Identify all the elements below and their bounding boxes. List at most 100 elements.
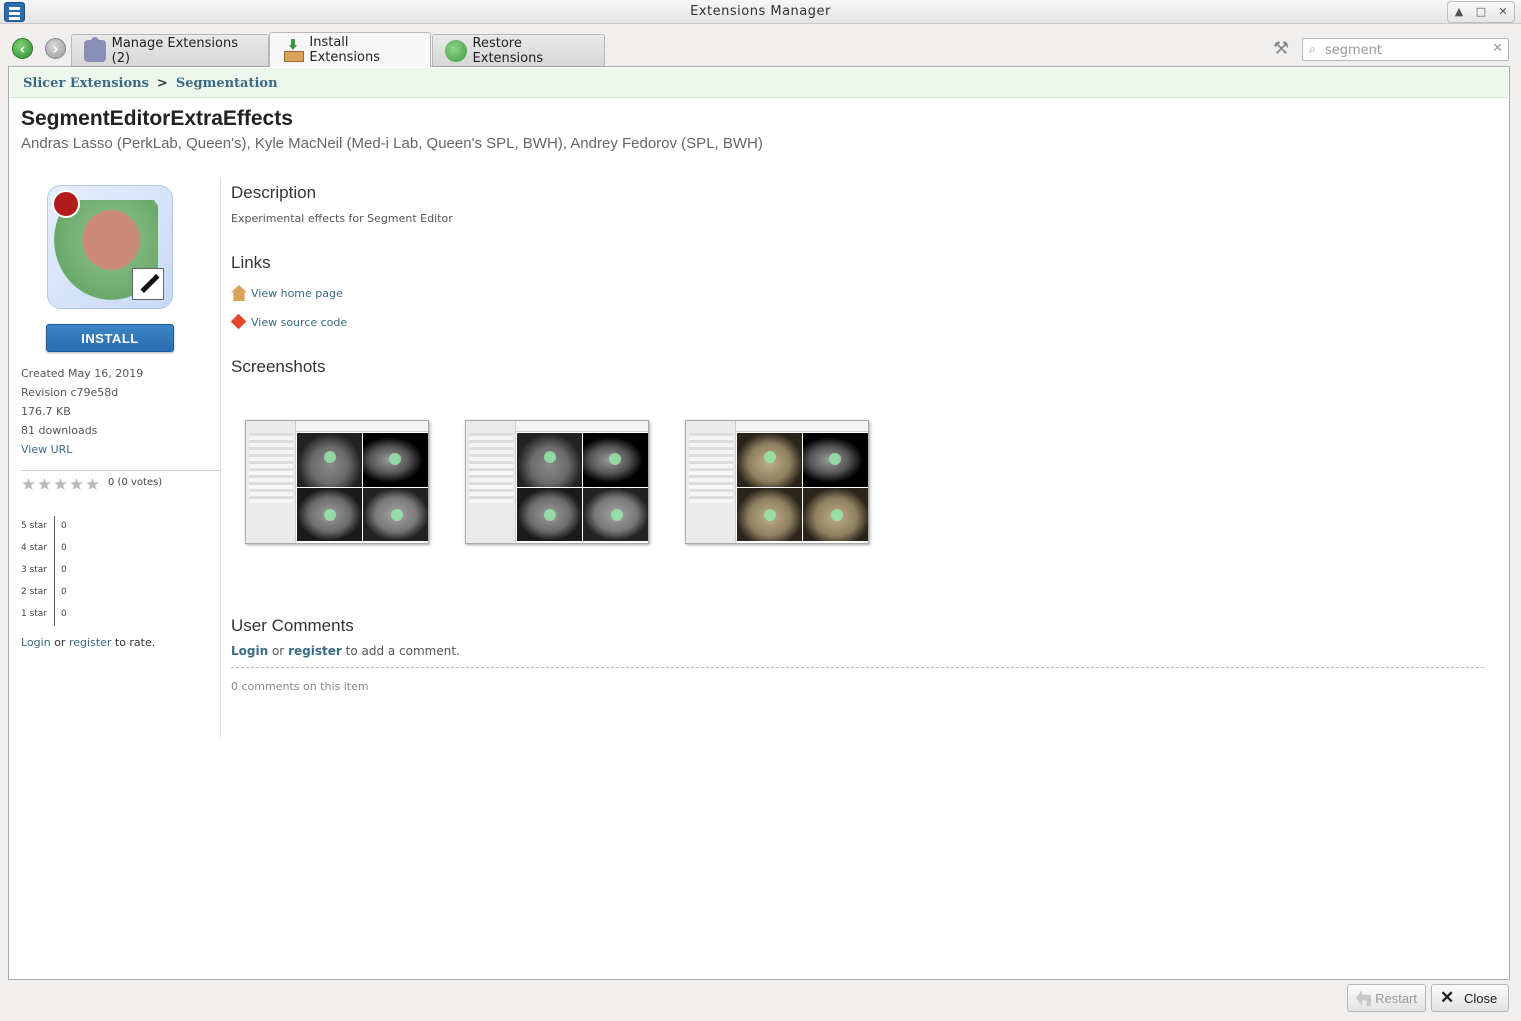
search-box: ⌕ ✕: [1302, 38, 1509, 61]
screenshot-thumbnail[interactable]: [465, 420, 649, 544]
close-button[interactable]: ✕ Close: [1431, 984, 1509, 1012]
window-close-button[interactable]: ✕: [1492, 2, 1514, 22]
comments-divider: [231, 667, 1484, 668]
histogram-axis: [54, 516, 55, 626]
search-icon: ⌕: [1309, 42, 1316, 56]
histogram-count: 0: [61, 587, 67, 597]
perklab-badge-icon: [52, 190, 80, 218]
star-icon[interactable]: ★: [53, 477, 69, 494]
histogram-row: 3 star 0: [21, 565, 67, 575]
clear-search-icon[interactable]: ✕: [1492, 41, 1503, 56]
comment-suffix-text: to add a comment.: [345, 644, 460, 658]
install-button[interactable]: INSTALL: [46, 324, 174, 352]
view-url-link[interactable]: View URL: [21, 443, 72, 456]
settings-tools-icon[interactable]: ⚒: [1273, 38, 1297, 60]
thumb-panel: [246, 421, 296, 543]
star-icon[interactable]: ★: [85, 477, 101, 494]
title-bar: Extensions Manager ▲ □ ✕: [0, 0, 1521, 24]
histogram-count: 0: [61, 543, 67, 553]
extensions-manager-window: Extensions Manager ▲ □ ✕ ‹ › Manage Exte…: [0, 0, 1521, 1021]
or-text: or: [271, 644, 285, 658]
tab-label: Restore Extensions: [472, 35, 544, 66]
histogram-label: 3 star: [21, 565, 48, 575]
close-icon: ✕: [1440, 988, 1455, 1007]
segment-overlay: [764, 451, 776, 463]
segment-overlay: [609, 453, 621, 465]
forward-arrow-icon[interactable]: ›: [45, 38, 66, 59]
thumb-panel: [466, 421, 516, 543]
pen-icon: [132, 268, 164, 300]
description-text: Experimental effects for Segment Editor: [231, 212, 453, 225]
restart-button[interactable]: Restart: [1347, 984, 1426, 1012]
register-link[interactable]: register: [69, 636, 111, 649]
star-icon[interactable]: ★: [69, 477, 85, 494]
screenshots-heading: Screenshots: [231, 357, 326, 376]
segment-overlay: [764, 509, 776, 521]
login-link[interactable]: Login: [231, 644, 268, 658]
tab-label: Install Extensions: [309, 35, 380, 65]
links-heading: Links: [231, 253, 271, 272]
tab-restore-extensions[interactable]: Restore Extensions: [432, 34, 605, 66]
source-code-link[interactable]: View source code: [231, 314, 347, 330]
extension-sidebar: INSTALL Created May 16, 2019 Revision c7…: [21, 179, 221, 737]
screenshot-thumbnail[interactable]: [685, 420, 869, 544]
revision: Revision c79e58d: [21, 386, 119, 399]
restart-label: Restart: [1375, 990, 1417, 1006]
or-text: or: [54, 636, 66, 649]
breadcrumb-current-link[interactable]: Segmentation: [176, 76, 278, 91]
window-maximize-button[interactable]: □: [1470, 2, 1492, 22]
histogram-count: 0: [61, 521, 67, 531]
star-icon[interactable]: ★: [37, 477, 53, 494]
histogram-row: 4 star 0: [21, 543, 67, 553]
search-input[interactable]: [1325, 41, 1485, 59]
register-link[interactable]: register: [288, 644, 342, 658]
rate-suffix-text: to rate.: [114, 636, 156, 649]
restore-icon: [445, 39, 467, 62]
tab-install-extensions[interactable]: Install Extensions: [269, 32, 431, 67]
segment-overlay: [611, 509, 623, 521]
divider: [21, 470, 221, 471]
histogram-row: 2 star 0: [21, 587, 67, 597]
download-count: 81 downloads: [21, 424, 98, 437]
extension-authors: Andras Lasso (PerkLab, Queen's), Kyle Ma…: [21, 135, 763, 152]
segment-overlay: [324, 451, 336, 463]
segment-overlay: [324, 509, 336, 521]
window-title: Extensions Manager: [690, 4, 831, 19]
segment-overlay: [389, 453, 401, 465]
screenshot-thumbnail[interactable]: [245, 420, 429, 544]
breadcrumb-root-link[interactable]: Slicer Extensions: [23, 76, 149, 91]
home-page-link[interactable]: View home page: [231, 285, 343, 301]
extension-title: SegmentEditorExtraEffects: [21, 107, 293, 130]
rate-login-prompt: Login or register to rate.: [21, 636, 155, 649]
file-size: 176.7 KB: [21, 405, 71, 418]
segment-overlay: [829, 453, 841, 465]
segment-overlay: [544, 451, 556, 463]
histogram-row: 5 star 0: [21, 521, 67, 531]
home-page-link-label[interactable]: View home page: [251, 287, 343, 300]
source-code-link-label[interactable]: View source code: [251, 316, 347, 329]
breadcrumb-separator: >: [156, 76, 168, 91]
git-icon: [231, 314, 247, 330]
histogram-row: 1 star 0: [21, 609, 67, 619]
restart-icon: [1356, 990, 1372, 1006]
close-label: Close: [1464, 990, 1498, 1006]
install-box-icon: [282, 39, 305, 62]
segment-overlay: [544, 509, 556, 521]
window-controls: ▲ □ ✕: [1447, 1, 1515, 23]
histogram-count: 0: [61, 565, 67, 575]
segment-overlay: [831, 509, 843, 521]
star-icon[interactable]: ★: [21, 477, 37, 494]
description-heading: Description: [231, 183, 317, 202]
histogram-label: 4 star: [21, 543, 48, 553]
puzzle-icon: [84, 36, 106, 62]
login-link[interactable]: Login: [21, 636, 51, 649]
comment-count: 0 comments on this item: [231, 680, 369, 693]
window-shade-button[interactable]: ▲: [1448, 2, 1470, 22]
created-date: Created May 16, 2019: [21, 367, 144, 380]
rating-stars[interactable]: ★ ★ ★ ★ ★: [21, 477, 101, 494]
back-arrow-icon[interactable]: ‹: [12, 38, 33, 59]
tab-manage-extensions[interactable]: Manage Extensions (2): [71, 34, 269, 66]
breadcrumb: Slicer Extensions > Segmentation: [10, 68, 1508, 98]
segment-overlay: [391, 509, 403, 521]
user-comments-heading: User Comments: [231, 616, 354, 635]
